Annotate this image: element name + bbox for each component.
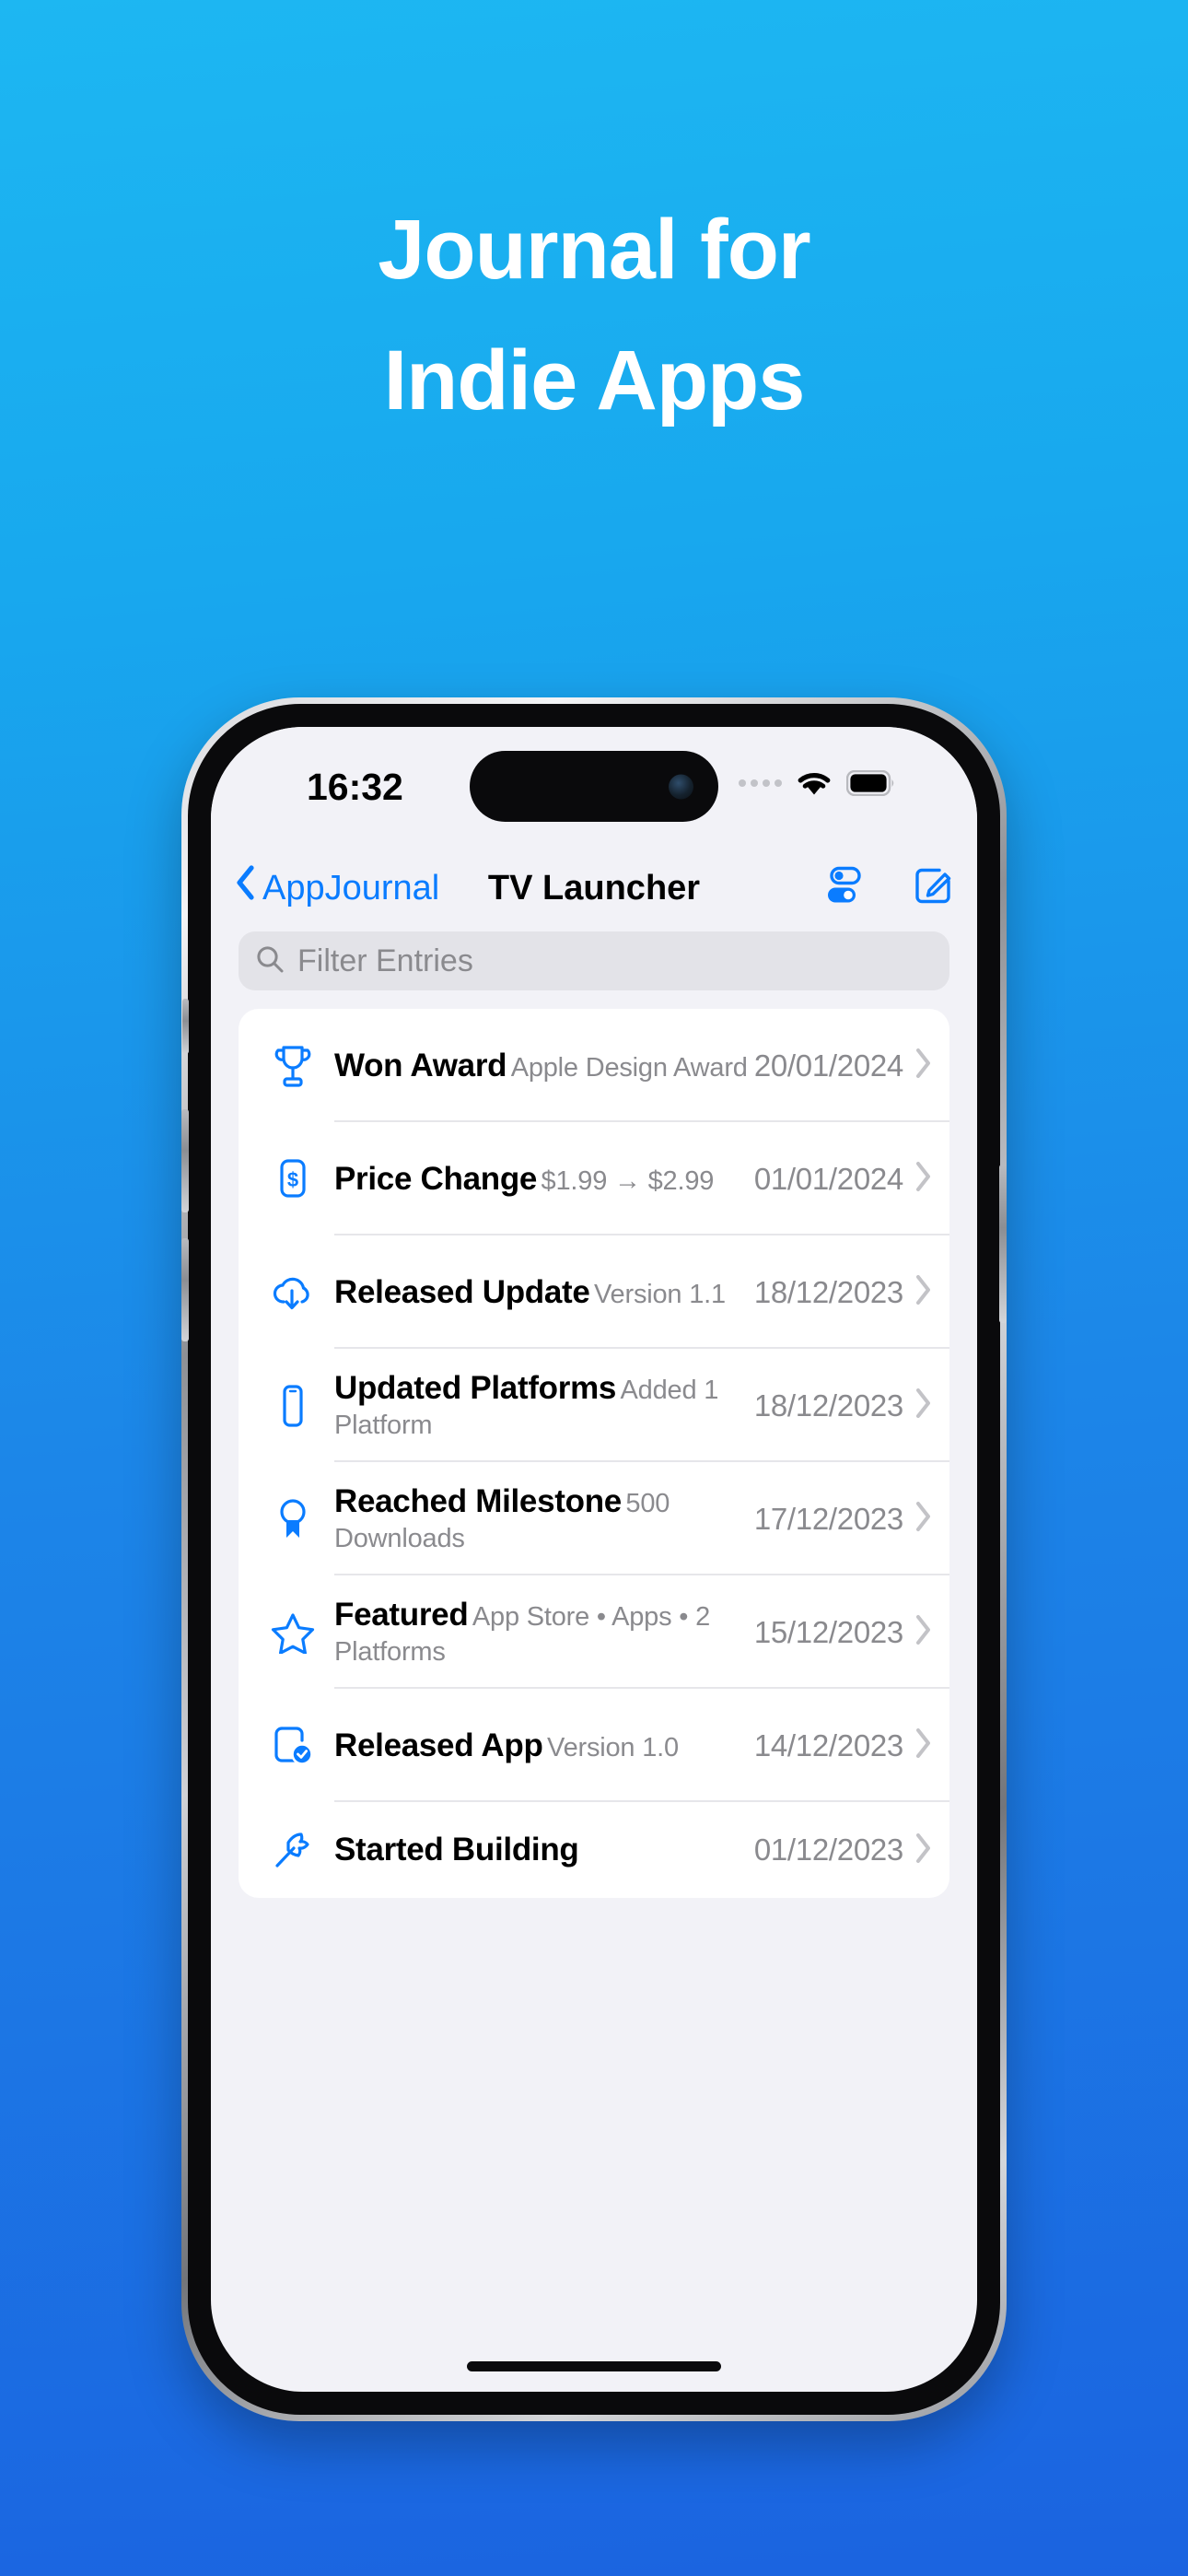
back-button[interactable]: AppJournal (235, 864, 439, 912)
table-row-text: Won Award Apple Design Award (327, 1047, 754, 1085)
chevron-right-icon (914, 1501, 933, 1537)
rosette-medal-icon (259, 1497, 327, 1541)
search-placeholder: Filter Entries (297, 943, 473, 978)
navigation-bar: AppJournal TV Launcher (211, 849, 977, 928)
entry-subtitle: Version 1.0 (547, 1732, 679, 1762)
table-row-accessory: 18/12/2023 (754, 1274, 933, 1310)
entry-title: Updated Platforms (334, 1369, 617, 1406)
table-row-text: Released Update Version 1.1 (327, 1273, 754, 1312)
status-bar-time: 16:32 (307, 766, 403, 808)
chevron-right-icon (914, 1832, 933, 1868)
entry-title: Featured (334, 1596, 469, 1633)
chevron-right-icon (914, 1048, 933, 1083)
chevron-right-icon (914, 1614, 933, 1650)
chevron-left-icon (235, 864, 257, 910)
entry-date: 18/12/2023 (753, 1388, 903, 1423)
table-row-text: Updated Platforms Added 1 Platform (327, 1369, 754, 1443)
entry-subtitle: Apple Design Award (510, 1052, 748, 1083)
entry-date: 18/12/2023 (753, 1274, 903, 1309)
entry-date: 01/12/2023 (753, 1832, 903, 1867)
chevron-right-icon (914, 1161, 933, 1197)
cellular-dots-icon (739, 779, 782, 787)
star-icon (259, 1611, 327, 1654)
navigation-actions (822, 866, 953, 911)
entry-date: 15/12/2023 (753, 1614, 903, 1649)
search-icon (255, 944, 285, 978)
dollar-sign-square-icon: $ (259, 1157, 327, 1201)
phone-bezel: 16:32 AppJournal TV Launcher Filter Entr… (181, 704, 1007, 2415)
iphone-icon (259, 1384, 327, 1428)
table-row[interactable]: Updated Platforms Added 1 Platform 18/12… (239, 1349, 949, 1462)
table-row-accessory: 17/12/2023 (754, 1501, 933, 1537)
table-row-accessory: 15/12/2023 (754, 1614, 933, 1650)
home-indicator[interactable] (467, 2361, 721, 2371)
phone-frame: 16:32 AppJournal TV Launcher Filter Entr… (181, 697, 1007, 2421)
table-row-accessory: 01/12/2023 (754, 1832, 933, 1868)
volume-up-button[interactable] (181, 1109, 189, 1212)
table-row-text: Released App Version 1.0 (327, 1727, 754, 1765)
entry-title: Released App (334, 1727, 543, 1763)
phone-mockup: 16:32 AppJournal TV Launcher Filter Entr… (181, 697, 1007, 2421)
page-title: TV Launcher (487, 868, 701, 907)
svg-text:$: $ (287, 1168, 298, 1191)
chevron-right-icon (914, 1274, 933, 1310)
headline-line-1: Journal for (378, 203, 810, 297)
table-row[interactable]: Started Building 01/12/2023 (239, 1802, 949, 1898)
table-row[interactable]: Won Award Apple Design Award 20/01/2024 (239, 1009, 949, 1122)
search-container: Filter Entries (211, 928, 977, 1009)
table-row[interactable]: Released Update Version 1.1 18/12/2023 (239, 1235, 949, 1349)
silent-switch[interactable] (182, 999, 189, 1054)
entry-date: 20/01/2024 (753, 1048, 903, 1083)
table-row-accessory: 18/12/2023 (754, 1388, 933, 1423)
table-row-text: Price Change $1.99 → $2.99 (327, 1160, 754, 1199)
cloud-download-icon (259, 1272, 327, 1313)
battery-full-icon (846, 770, 896, 796)
entry-date: 01/01/2024 (753, 1161, 903, 1196)
table-row-accessory: 01/01/2024 (754, 1161, 933, 1197)
entry-title: Price Change (334, 1160, 538, 1197)
table-row-accessory: 14/12/2023 (754, 1727, 933, 1763)
power-button[interactable] (999, 1165, 1007, 1323)
table-row[interactable]: Released App Version 1.0 14/12/2023 (239, 1689, 949, 1802)
front-camera-icon (669, 774, 693, 799)
table-row-text: Reached Milestone 500 Downloads (327, 1482, 754, 1556)
status-bar: 16:32 (211, 727, 977, 849)
table-row-accessory: 20/01/2024 (754, 1048, 933, 1083)
wifi-icon (795, 769, 833, 797)
entry-title: Released Update (334, 1273, 590, 1310)
entry-title: Reached Milestone (334, 1482, 622, 1519)
sliders-toggle-icon[interactable] (822, 866, 865, 911)
entry-date: 17/12/2023 (753, 1501, 903, 1536)
trophy-icon (259, 1044, 327, 1088)
entry-subtitle: Version 1.1 (594, 1279, 726, 1309)
entry-title: Started Building (334, 1832, 579, 1868)
hammer-icon (259, 1829, 327, 1871)
compose-square-pencil-icon[interactable] (913, 866, 953, 911)
entry-date: 14/12/2023 (753, 1727, 903, 1762)
promo-headline: Journal for Indie Apps (0, 184, 1188, 446)
chevron-right-icon (914, 1388, 933, 1423)
volume-down-button[interactable] (181, 1238, 189, 1341)
headline-line-2: Indie Apps (383, 334, 806, 427)
table-row[interactable]: $ Price Change $1.99 → $2.99 01/01/2024 (239, 1122, 949, 1235)
app-badge-checkmark-icon (259, 1724, 327, 1768)
entry-subtitle: $1.99 → $2.99 (541, 1165, 715, 1196)
table-row-text: Featured App Store • Apps • 2 Platforms (327, 1596, 754, 1669)
chevron-right-icon (914, 1727, 933, 1763)
search-input[interactable]: Filter Entries (239, 931, 949, 990)
back-button-label: AppJournal (262, 868, 440, 907)
status-bar-indicators (739, 769, 896, 797)
entries-card: Won Award Apple Design Award 20/01/2024 (239, 1009, 949, 1898)
table-row-text: Started Building (327, 1831, 754, 1869)
table-row[interactable]: Reached Milestone 500 Downloads 17/12/20… (239, 1462, 949, 1575)
entries-list-container: Won Award Apple Design Award 20/01/2024 (211, 1009, 977, 1898)
phone-screen: 16:32 AppJournal TV Launcher Filter Entr… (211, 727, 977, 2392)
table-row[interactable]: Featured App Store • Apps • 2 Platforms … (239, 1575, 949, 1689)
entry-title: Won Award (334, 1047, 507, 1083)
dynamic-island (470, 751, 718, 822)
